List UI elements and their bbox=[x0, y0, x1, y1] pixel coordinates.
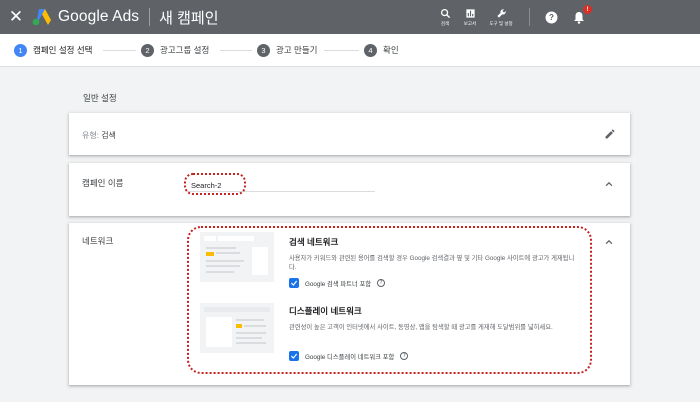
step-number: 1 bbox=[14, 43, 27, 57]
step-label: 확인 bbox=[383, 45, 399, 55]
step-connector bbox=[103, 50, 136, 51]
step-connector bbox=[220, 50, 252, 51]
notification-badge: ! bbox=[583, 5, 592, 14]
search-tool-button[interactable]: 검색 bbox=[435, 0, 455, 34]
page-title: 새 캠페인 bbox=[159, 9, 219, 27]
type-label: 유형: bbox=[82, 131, 99, 140]
step-connector bbox=[324, 50, 359, 51]
campaign-name-card: 캠페인 이름 bbox=[69, 163, 630, 216]
reports-icon bbox=[465, 8, 475, 18]
step-label: 캠페인 설정 선택 bbox=[33, 45, 93, 55]
close-icon[interactable]: ✕ bbox=[2, 0, 30, 34]
step-label: 광고그룹 설정 bbox=[160, 45, 210, 55]
step-create-ads[interactable]: 3 광고 만들기 bbox=[257, 43, 317, 57]
reports-tool-button[interactable]: 보고서 bbox=[459, 0, 481, 34]
google-ads-logo bbox=[32, 9, 51, 26]
highlight-outline-network bbox=[187, 226, 592, 374]
network-label: 네트워크 bbox=[82, 236, 114, 246]
search-icon bbox=[440, 8, 450, 18]
general-settings-heading: 일반 설정 bbox=[83, 93, 117, 103]
chevron-up-icon[interactable] bbox=[604, 179, 614, 189]
step-number: 2 bbox=[141, 43, 154, 57]
help-circle-icon: ? bbox=[545, 11, 557, 23]
notifications-button[interactable]: ! bbox=[570, 5, 592, 26]
step-number: 4 bbox=[364, 43, 377, 57]
step-review[interactable]: 4 확인 bbox=[364, 43, 399, 57]
campaign-type-summary: 유형: 검색 bbox=[82, 130, 116, 141]
highlight-outline-name bbox=[184, 173, 246, 195]
step-ad-group-settings[interactable]: 2 광고그룹 설정 bbox=[141, 43, 209, 57]
title-divider bbox=[149, 8, 151, 26]
svg-text:?: ? bbox=[549, 13, 554, 22]
reports-tool-label: 보고서 bbox=[463, 20, 477, 26]
brand-name: Google Ads bbox=[58, 8, 140, 25]
network-card: 네트워크 검색 네트워크 사용자가 키워드와 관련된 용어를 검색할 경우 Go… bbox=[69, 223, 630, 385]
edit-pencil-icon[interactable] bbox=[604, 128, 616, 140]
toolbar-divider bbox=[529, 8, 530, 26]
step-number: 3 bbox=[257, 43, 270, 57]
search-tool-label: 검색 bbox=[440, 20, 450, 26]
wrench-icon bbox=[496, 8, 506, 18]
type-value: 검색 bbox=[101, 131, 116, 140]
top-app-bar: ✕ Google Ads 새 캠페인 검색 보고서 도구 및 설정 ? ! bbox=[0, 0, 700, 34]
chevron-up-icon[interactable] bbox=[604, 237, 614, 247]
campaign-name-label: 캠페인 이름 bbox=[82, 178, 124, 188]
campaign-type-card[interactable]: 유형: 검색 bbox=[69, 113, 630, 155]
tools-settings-label: 도구 및 설정 bbox=[489, 20, 513, 26]
campaign-stepper: 1 캠페인 설정 선택 2 광고그룹 설정 3 광고 만들기 4 확인 bbox=[0, 34, 700, 67]
step-campaign-settings[interactable]: 1 캠페인 설정 선택 bbox=[14, 43, 92, 57]
step-label: 광고 만들기 bbox=[276, 45, 318, 55]
tools-settings-button[interactable]: 도구 및 설정 bbox=[485, 0, 517, 34]
help-button[interactable]: ? bbox=[542, 8, 560, 26]
